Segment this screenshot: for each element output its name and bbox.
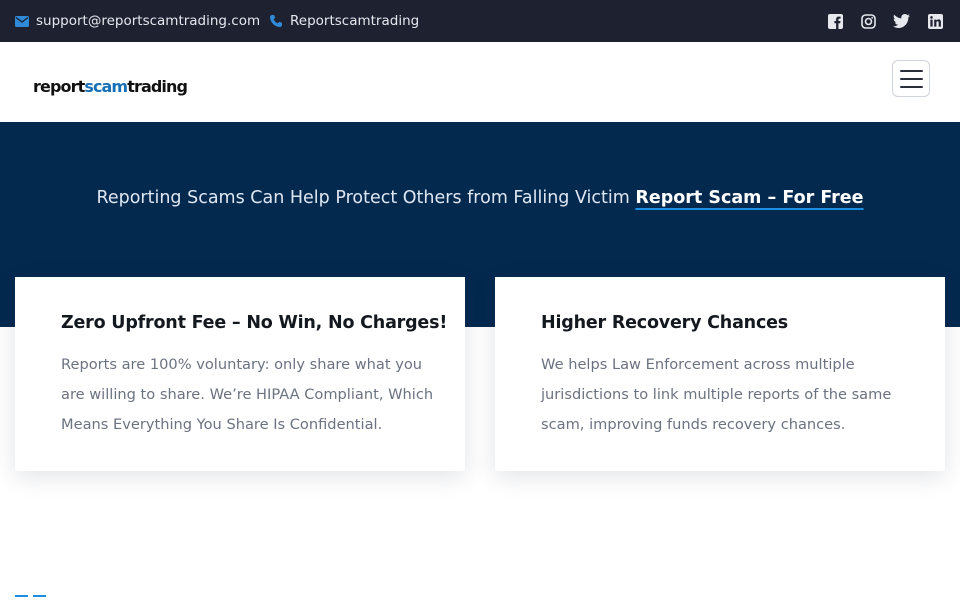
facebook-icon: [827, 13, 843, 29]
section-divider-dash: [33, 595, 46, 597]
instagram-icon: [860, 13, 876, 29]
email-text: support@reportscamtrading.com: [36, 13, 261, 29]
site-logo[interactable]: reportscamtrading: [33, 77, 188, 96]
instagram-link[interactable]: [859, 12, 877, 30]
card-title: Higher Recovery Chances: [541, 313, 788, 333]
phone-icon: [270, 15, 282, 27]
hero-text: Reporting Scams Can Help Protect Others …: [0, 188, 960, 208]
feature-card: Higher Recovery Chances We helps Law Enf…: [495, 277, 945, 471]
card-title: Zero Upfront Fee – No Win, No Charges!: [61, 313, 448, 333]
phone-link[interactable]: Reportscamtrading: [269, 0, 419, 42]
card-body: Reports are 100% voluntary: only share w…: [61, 356, 434, 433]
hamburger-icon-line: [899, 85, 923, 88]
menu-toggle-button[interactable]: [892, 60, 930, 97]
site-header: reportscamtrading: [0, 42, 960, 122]
linkedin-icon: [927, 13, 943, 29]
feature-card: Zero Upfront Fee – No Win, No Charges! R…: [15, 277, 465, 471]
hero-message: Reporting Scams Can Help Protect Others …: [96, 188, 630, 208]
twitter-icon: [892, 14, 910, 28]
twitter-link[interactable]: [892, 12, 910, 30]
email-link[interactable]: support@reportscamtrading.com: [15, 0, 260, 42]
hamburger-icon-line: [899, 77, 923, 80]
hamburger-icon-line: [899, 69, 923, 72]
linkedin-link[interactable]: [926, 12, 944, 30]
logo-text-report: report: [33, 77, 85, 96]
section-divider-dash: [15, 595, 28, 597]
facebook-link[interactable]: [826, 12, 844, 30]
logo-text-trading: trading: [127, 77, 188, 96]
card-body: We helps Law Enforcement across multiple…: [541, 356, 892, 433]
envelope-icon: [15, 15, 29, 27]
report-scam-link[interactable]: Report Scam – For Free: [635, 188, 863, 208]
top-bar: support@reportscamtrading.com Reportscam…: [0, 0, 960, 42]
phone-text: Reportscamtrading: [290, 13, 420, 29]
logo-text-scam: scam: [84, 77, 128, 96]
